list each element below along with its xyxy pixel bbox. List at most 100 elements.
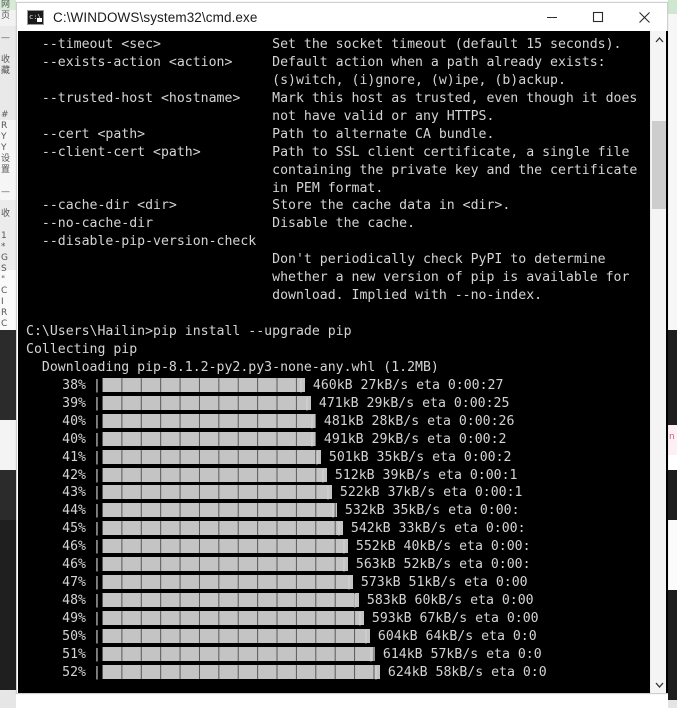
- progress-bar-fill: [101, 377, 305, 392]
- terminal-text: --timeout <sec> Set the socket timeout (…: [18, 31, 654, 693]
- progress-stats: | 471kB 29kB/s eta 0:00:25: [303, 395, 510, 411]
- downloading-line: Downloading pip-8.1.2-py2.py3-none-any.w…: [26, 359, 439, 375]
- progress-bar-fill: [101, 575, 353, 590]
- progress-stats: | 542kB 33kB/s eta 0:00:: [335, 521, 526, 537]
- progress-bar-start-pipe: |: [93, 557, 101, 573]
- progress-stats: | 501kB 35kB/s eta 0:00:2: [313, 449, 512, 465]
- maximize-button[interactable]: [575, 3, 621, 31]
- progress-bar-fill: [101, 664, 380, 679]
- progress-percent: 47%: [62, 575, 86, 591]
- close-button[interactable]: [621, 3, 667, 31]
- progress-row: 52% | | 624kB 58kB/s eta 0:0: [26, 664, 654, 682]
- help-line: --exists-action <action> Default action …: [26, 54, 606, 70]
- progress-bar-start-pipe: |: [93, 611, 101, 626]
- progress-bar-start-pipe: |: [93, 485, 101, 501]
- help-line: --trusted-host <hostname> Mark this host…: [26, 90, 638, 106]
- progress-row: 48% | | 583kB 60kB/s eta 0:00: [26, 592, 654, 610]
- progress-percent: 40%: [62, 431, 86, 447]
- cmd-console-window: C:\WINDOWS\system32\cmd.exe --timeout: [16, 2, 668, 694]
- scroll-up-arrow-icon[interactable]: [651, 31, 667, 48]
- scroll-down-arrow-icon[interactable]: [651, 676, 667, 693]
- help-line: Don't periodically check PyPI to determi…: [26, 252, 606, 268]
- progress-percent: 52%: [62, 664, 86, 680]
- progress-percent: 45%: [62, 521, 86, 537]
- help-line: --disable-pip-version-check: [26, 234, 273, 250]
- progress-stats: | 624kB 58kB/s eta 0:0: [372, 664, 547, 680]
- progress-row: 39% | | 471kB 29kB/s eta 0:00:25: [26, 395, 654, 413]
- progress-percent: 48%: [62, 593, 86, 609]
- progress-bar-fill: [101, 395, 311, 410]
- window-title: C:\WINDOWS\system32\cmd.exe: [53, 9, 258, 25]
- help-line: download. Implied with --no-index.: [26, 288, 543, 304]
- progress-stats: | 460kB 27kB/s eta 0:00:27: [297, 377, 504, 393]
- progress-percent: 38%: [62, 377, 86, 393]
- progress-row: 40% | | 481kB 28kB/s eta 0:00:26: [26, 413, 654, 431]
- collecting-line: Collecting pip: [26, 341, 138, 357]
- progress-bar-start-pipe: |: [93, 628, 101, 644]
- progress-percent: 50%: [62, 628, 86, 644]
- progress-bar-start-pipe: |: [93, 449, 101, 465]
- progress-bar-start-pipe: |: [93, 646, 101, 662]
- progress-bar-fill: [101, 557, 348, 572]
- progress-bar-fill: [101, 413, 316, 428]
- progress-row: 49% | | 593kB 67kB/s eta 0:00: [26, 610, 654, 628]
- cmd-console-icon: [27, 9, 44, 25]
- help-line: (s)witch, (i)gnore, (w)ipe, (b)ackup.: [26, 72, 566, 88]
- progress-bar-fill: [101, 503, 337, 518]
- window-controls: [529, 3, 667, 31]
- terminal-output-area[interactable]: --timeout <sec> Set the socket timeout (…: [18, 31, 668, 693]
- progress-bar-fill: [101, 467, 327, 482]
- progress-row: 46% | | 563kB 52kB/s eta 0:00:: [26, 556, 654, 574]
- progress-bar-fill: [101, 628, 370, 643]
- progress-stats: | 604kB 64kB/s eta 0:0: [362, 628, 537, 644]
- progress-stats: | 593kB 67kB/s eta 0:00: [356, 611, 539, 626]
- progress-percent: 41%: [62, 449, 86, 465]
- progress-stats: | 563kB 52kB/s eta 0:00:: [340, 557, 531, 573]
- progress-percent: 43%: [62, 485, 86, 501]
- help-line: not have valid or any HTTPS.: [26, 108, 495, 124]
- progress-row: 41% | | 501kB 35kB/s eta 0:00:2: [26, 449, 654, 467]
- progress-percent: 39%: [62, 395, 86, 411]
- terminal-scrollbar[interactable]: [650, 31, 666, 693]
- help-line: --client-cert <path> Path to SSL client …: [26, 144, 630, 160]
- title-bar[interactable]: C:\WINDOWS\system32\cmd.exe: [17, 3, 667, 32]
- progress-stats: | 532kB 35kB/s eta 0:00:: [329, 503, 520, 519]
- progress-stats: | 614kB 57kB/s eta 0:0: [367, 646, 542, 662]
- progress-bar-fill: [101, 539, 348, 554]
- progress-stats: | 512kB 39kB/s eta 0:00:1: [319, 467, 518, 483]
- progress-percent: 46%: [62, 557, 86, 573]
- scrollbar-thumb[interactable]: [652, 121, 666, 209]
- progress-percent: 40%: [62, 413, 86, 429]
- help-line: in PEM format.: [26, 180, 384, 196]
- progress-stats: | 522kB 37kB/s eta 0:00:1: [324, 485, 523, 501]
- progress-row: 43% | | 522kB 37kB/s eta 0:00:1: [26, 484, 654, 502]
- help-line: containing the private key and the certi…: [26, 162, 638, 178]
- progress-bar-start-pipe: |: [93, 431, 101, 447]
- minimize-button[interactable]: [529, 3, 575, 31]
- background-app-right-strip: [668, 0, 677, 708]
- prompt-line: C:\Users\Hailin>pip install --upgrade pi…: [26, 324, 352, 339]
- help-line: --no-cache-dir Disable the cache.: [26, 216, 416, 232]
- progress-bar-start-pipe: |: [93, 467, 101, 483]
- progress-stats: | 583kB 60kB/s eta 0:00: [351, 593, 534, 609]
- progress-percent: 42%: [62, 467, 86, 483]
- progress-bar-fill: [101, 521, 343, 536]
- progress-bar-start-pipe: |: [93, 664, 101, 680]
- progress-row: 50% | | 604kB 64kB/s eta 0:0: [26, 628, 654, 646]
- progress-percent: 44%: [62, 503, 86, 519]
- progress-bar-start-pipe: |: [93, 377, 101, 393]
- progress-row: 46% | | 552kB 40kB/s eta 0:00:: [26, 538, 654, 556]
- progress-row: 42% | | 512kB 39kB/s eta 0:00:1: [26, 467, 654, 485]
- progress-bar-start-pipe: |: [93, 413, 101, 429]
- progress-bar-start-pipe: |: [93, 539, 101, 555]
- help-line: --timeout <sec> Set the socket timeout (…: [26, 37, 622, 52]
- progress-stats: | 491kB 29kB/s eta 0:00:2: [308, 431, 507, 447]
- progress-bar-start-pipe: |: [93, 593, 101, 609]
- progress-stats: | 481kB 28kB/s eta 0:00:26: [308, 413, 515, 429]
- help-line: whether a new version of pip is availabl…: [26, 270, 630, 286]
- progress-percent: 46%: [62, 539, 86, 555]
- background-right-mark: n: [669, 432, 675, 442]
- progress-bar-fill: [101, 646, 375, 661]
- progress-bar-start-pipe: |: [93, 503, 101, 519]
